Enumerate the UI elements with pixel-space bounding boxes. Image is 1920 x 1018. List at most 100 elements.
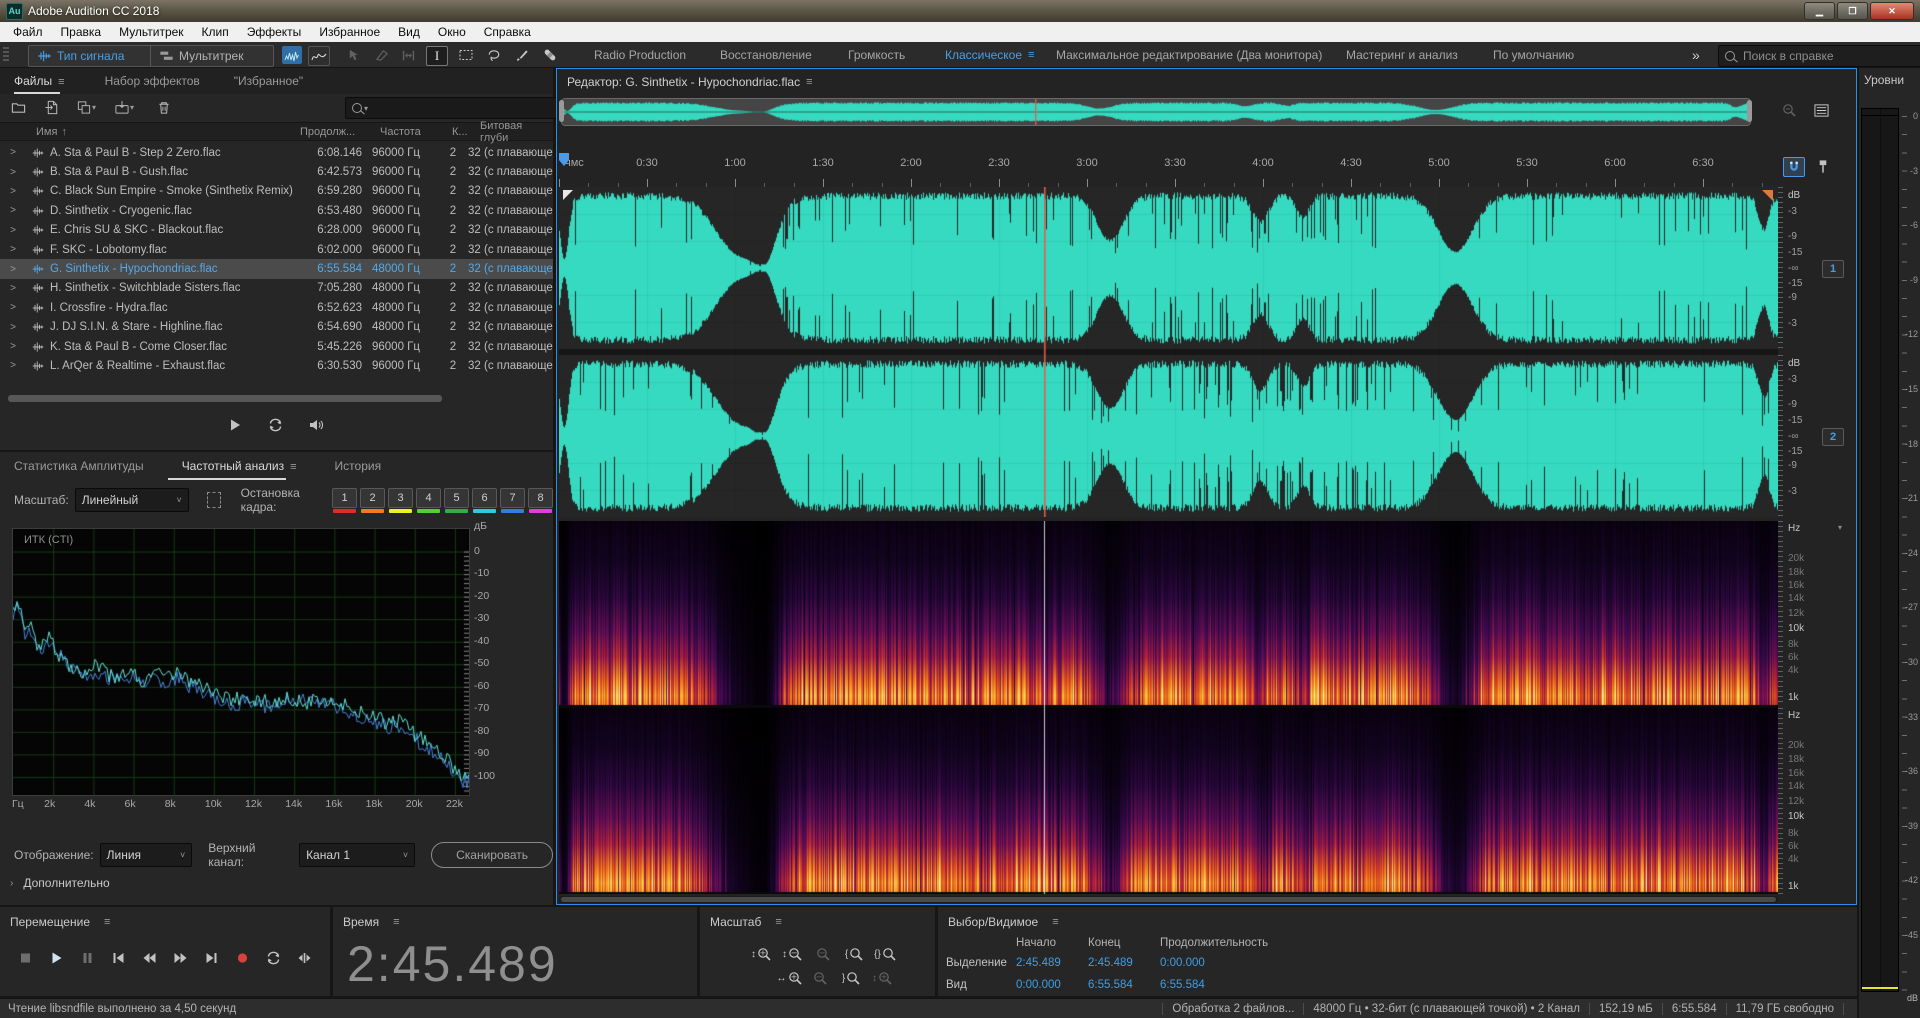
selection-end[interactable]: 6:55.584 bbox=[1088, 979, 1133, 991]
transport-menu-icon[interactable]: ≡ bbox=[104, 916, 110, 928]
frequency-graph[interactable] bbox=[12, 528, 470, 796]
import-file-icon[interactable] bbox=[42, 98, 62, 116]
zoom-vertical-selection-button[interactable]: ↕ + bbox=[869, 969, 896, 987]
file-row[interactable]: > D. Sinthetix - Cryogenic.flac 6:53.480 96… bbox=[0, 201, 553, 220]
files-search-box[interactable]: ▾ bbox=[345, 97, 557, 119]
menu-Вид[interactable]: Вид bbox=[389, 22, 429, 42]
workspace-menu-icon[interactable]: ≡ bbox=[1028, 49, 1034, 61]
spectral-view-toggle[interactable] bbox=[308, 46, 330, 66]
zoom-left-edge-button[interactable]: { bbox=[841, 945, 868, 963]
current-time-display[interactable]: 2:45.489 bbox=[347, 935, 558, 993]
workspace-overflow-button[interactable]: » bbox=[1692, 42, 1700, 68]
file-row[interactable]: > K. Sta & Paul B - Come Closer.flac 5:45.… bbox=[0, 337, 553, 356]
minimize-button[interactable]: ▁ bbox=[1804, 2, 1835, 20]
preview-loop-button[interactable] bbox=[267, 417, 284, 433]
next-button[interactable] bbox=[200, 949, 222, 967]
zoom-menu-icon[interactable]: ≡ bbox=[775, 916, 781, 928]
selection-duration[interactable]: 6:55.584 bbox=[1160, 979, 1205, 991]
paintbrush-selection-tool[interactable] bbox=[512, 46, 532, 64]
expand-chevron-icon[interactable]: > bbox=[0, 341, 26, 352]
prev-button[interactable] bbox=[107, 949, 129, 967]
advanced-toggle[interactable]: › Дополнительно bbox=[10, 876, 110, 890]
scan-button[interactable]: Сканировать bbox=[431, 842, 553, 868]
overview-right-handle[interactable] bbox=[1747, 100, 1752, 122]
rewind-button[interactable] bbox=[138, 949, 160, 967]
timeline-ruler[interactable]: чмс 0:30 1:00 1:30 2:00 2:30 3:00 3:30 4:00 4:30… bbox=[559, 153, 1778, 187]
expand-chevron-icon[interactable]: > bbox=[0, 360, 26, 371]
analysis-tab-menu-icon[interactable]: ≡ bbox=[290, 461, 296, 473]
workspace-tab-6[interactable]: Мастеринг и анализ bbox=[1346, 42, 1458, 68]
preview-play-button[interactable] bbox=[227, 417, 243, 433]
files-hscrollbar[interactable] bbox=[8, 395, 442, 402]
insert-into-multitrack-icon[interactable]: ▾ bbox=[114, 98, 134, 116]
selection-duration[interactable]: 0:00.000 bbox=[1160, 957, 1205, 969]
display-dropdown[interactable]: Линия ˅ bbox=[99, 843, 193, 867]
selection-menu-icon[interactable]: ≡ bbox=[1052, 916, 1058, 928]
file-row[interactable]: > C. Black Sun Empire - Smoke (Sinthetix … bbox=[0, 182, 553, 201]
menu-Мультитрек[interactable]: Мультитрек bbox=[110, 22, 192, 42]
files-tab-menu-icon[interactable]: ≡ bbox=[58, 76, 64, 88]
expand-chevron-icon[interactable]: > bbox=[0, 244, 26, 255]
zoom-right-edge-button[interactable]: } bbox=[838, 969, 865, 987]
close-button[interactable]: ✕ bbox=[1870, 2, 1914, 20]
spectrogram-display[interactable] bbox=[559, 521, 1778, 894]
files-panel-tab-2[interactable]: Набор эффектов bbox=[105, 74, 234, 88]
play-button[interactable] bbox=[45, 949, 67, 967]
menu-Окно[interactable]: Окно bbox=[429, 22, 475, 42]
stop-button[interactable] bbox=[14, 949, 36, 967]
analysis-tab-2[interactable]: Частотный анализ ≡ bbox=[182, 459, 297, 473]
files-panel-tab-3[interactable]: "Избранное" bbox=[234, 74, 337, 88]
file-row[interactable]: > F. SKC - Lobotomy.flac 6:02.000 96000 Гц 2… bbox=[0, 240, 553, 259]
expand-chevron-icon[interactable]: > bbox=[0, 167, 26, 178]
time-selection-tool[interactable]: I bbox=[426, 46, 448, 66]
trash-icon[interactable] bbox=[154, 98, 174, 116]
record-button[interactable] bbox=[231, 949, 253, 967]
file-row[interactable]: > B. Sta & Paul B - Gush.flac 6:42.573 9600… bbox=[0, 162, 553, 181]
file-row[interactable]: > E. Chris SU & SKC - Blackout.flac 6:28.0… bbox=[0, 221, 553, 240]
analysis-tab-1[interactable]: Статистика Амплитуды bbox=[14, 459, 144, 473]
overview-strip[interactable] bbox=[559, 98, 1753, 126]
menu-Файл[interactable]: Файл bbox=[4, 22, 52, 42]
toolbar-grip[interactable] bbox=[3, 47, 9, 63]
restore-button[interactable]: ❐ bbox=[1837, 2, 1868, 20]
help-search-box[interactable] bbox=[1718, 45, 1920, 67]
skip-selection-button[interactable] bbox=[293, 949, 315, 967]
hz-scale-dropdown-icon[interactable]: ▾ bbox=[1838, 523, 1842, 532]
snap-magnet-icon[interactable] bbox=[1783, 157, 1805, 177]
file-row[interactable]: > I. Crossfire - Hydra.flac 6:52.623 48000 … bbox=[0, 298, 553, 317]
razor-tool[interactable] bbox=[372, 46, 392, 64]
multitrack-button[interactable]: Мультитрек bbox=[150, 45, 274, 67]
expand-chevron-icon[interactable]: > bbox=[0, 322, 26, 333]
menu-Эффекты[interactable]: Эффекты bbox=[238, 22, 311, 42]
expand-chevron-icon[interactable]: > bbox=[0, 186, 26, 197]
time-menu-icon[interactable]: ≡ bbox=[393, 916, 399, 928]
workspace-tab-1[interactable]: Radio Production bbox=[594, 42, 686, 68]
preview-speaker-button[interactable] bbox=[308, 417, 326, 433]
overview-zoom-out-icon[interactable] bbox=[1779, 101, 1799, 119]
selection-end[interactable]: 2:45.489 bbox=[1088, 957, 1133, 969]
editor-hscrollbar[interactable] bbox=[559, 896, 1778, 903]
hold-button-7[interactable]: 7 bbox=[500, 487, 525, 508]
top-channel-dropdown[interactable]: Канал 1 ˅ bbox=[299, 843, 416, 867]
workspace-tab-3[interactable]: Громкость bbox=[848, 42, 905, 68]
column-name[interactable]: Имя bbox=[0, 126, 57, 138]
expand-chevron-icon[interactable]: > bbox=[0, 225, 26, 236]
expand-chevron-icon[interactable]: > bbox=[0, 302, 26, 313]
help-search-input[interactable] bbox=[1741, 48, 1895, 64]
expand-chevron-icon[interactable]: > bbox=[0, 283, 26, 294]
menu-Клип[interactable]: Клип bbox=[193, 22, 238, 42]
analysis-tab-3[interactable]: История bbox=[335, 459, 382, 473]
zoom-out-horizontal-button[interactable]: − bbox=[807, 969, 834, 987]
column-channels[interactable]: К... bbox=[452, 126, 468, 138]
forward-button[interactable] bbox=[169, 949, 191, 967]
title-bar[interactable]: Au Adobe Audition CC 2018 ▁ ❐ ✕ bbox=[0, 0, 1920, 22]
hold-button-3[interactable]: 3 bbox=[388, 487, 413, 508]
lasso-selection-tool[interactable] bbox=[484, 46, 504, 64]
file-row[interactable]: > L. ArQer & Realtime - Exhaust.flac 6:30.… bbox=[0, 356, 553, 375]
zoom-out-vertical-button[interactable]: ↕ − bbox=[779, 945, 806, 963]
spot-healing-brush-tool[interactable] bbox=[540, 46, 560, 64]
hold-button-5[interactable]: 5 bbox=[444, 487, 469, 508]
files-panel-tab-1[interactable]: Файлы ≡ bbox=[14, 74, 105, 88]
workspace-tab-4[interactable]: Классическое ≡ bbox=[945, 42, 1034, 68]
column-duration[interactable]: Продолж... bbox=[300, 126, 355, 138]
